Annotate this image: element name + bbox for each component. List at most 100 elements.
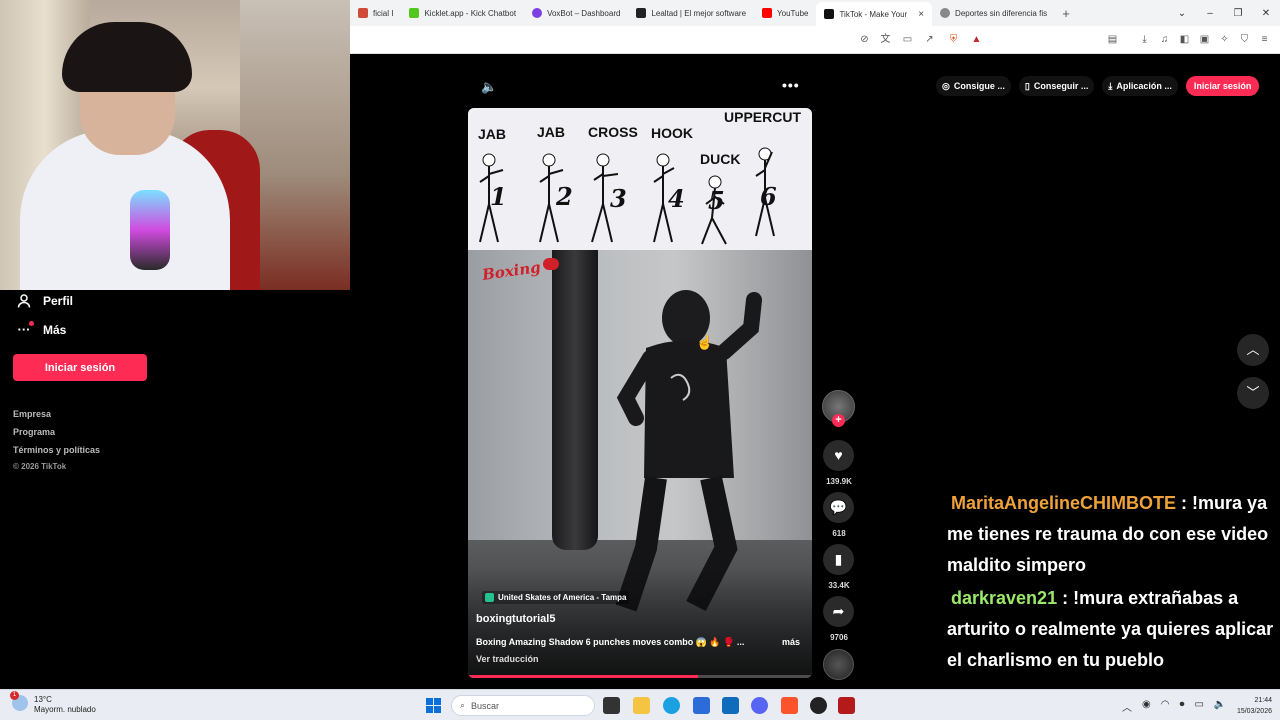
notification-dot bbox=[29, 321, 34, 326]
music-icon[interactable]: ♫ bbox=[1158, 33, 1171, 46]
reader-icon[interactable]: ▤ bbox=[1106, 33, 1119, 46]
share-icon[interactable]: ↗ bbox=[923, 33, 936, 46]
sidebar-item-more[interactable]: ··· Más bbox=[17, 321, 66, 337]
tray-app-icon[interactable]: ◉ bbox=[1142, 699, 1151, 714]
move-label: DUCK bbox=[700, 151, 741, 167]
save-button[interactable]: ▮ bbox=[823, 544, 854, 575]
video-progress-bar[interactable] bbox=[468, 675, 812, 678]
tab-close-icon[interactable]: × bbox=[918, 9, 924, 20]
previous-video-button[interactable]: ︿ bbox=[1237, 334, 1269, 366]
no-tracking-icon[interactable]: ⊘ bbox=[858, 33, 871, 46]
wallet-icon[interactable]: ▣ bbox=[1198, 33, 1211, 46]
translate-link[interactable]: Ver traducción bbox=[476, 654, 539, 664]
obs-icon[interactable] bbox=[810, 697, 827, 714]
download-icon[interactable]: ⤓ bbox=[1138, 33, 1151, 46]
get-app-button[interactable]: ▯ Conseguir ... bbox=[1018, 76, 1095, 96]
temperature: 13°C bbox=[34, 695, 52, 704]
discord-icon[interactable] bbox=[751, 697, 768, 714]
vpn-icon[interactable]: ⛉ bbox=[1238, 33, 1251, 46]
follow-plus-icon[interactable]: + bbox=[832, 414, 845, 427]
mouse-cursor-icon: ☝ bbox=[696, 334, 714, 350]
move-label: JAB bbox=[478, 126, 507, 142]
menu-icon[interactable]: ≡ bbox=[1258, 33, 1271, 46]
footer-link-empresa[interactable]: Empresa bbox=[13, 409, 51, 419]
minimize-icon[interactable]: – bbox=[1196, 8, 1224, 19]
footer-link-programa[interactable]: Programa bbox=[13, 427, 55, 437]
browser-tab-active[interactable]: TikTok - Make Your × bbox=[816, 2, 933, 26]
outlook-icon[interactable] bbox=[722, 697, 739, 714]
maximize-icon[interactable]: ❐ bbox=[1224, 8, 1252, 19]
pill-label: Aplicación ... bbox=[1116, 81, 1172, 91]
top-login-button[interactable]: Iniciar sesión bbox=[1185, 76, 1260, 96]
store-icon[interactable] bbox=[693, 697, 710, 714]
move-number: 2 bbox=[556, 182, 573, 211]
download-app-button[interactable]: ⤓ Aplicación ... bbox=[1102, 76, 1178, 96]
move-label: CROSS bbox=[588, 124, 638, 140]
task-view-icon[interactable] bbox=[603, 697, 620, 714]
sidebar-icon[interactable]: ◧ bbox=[1178, 33, 1191, 46]
globe-favicon-icon bbox=[940, 8, 951, 18]
screenshot-icon[interactable]: ▭ bbox=[901, 33, 914, 46]
more-options-icon[interactable]: ••• bbox=[782, 77, 800, 93]
music-disc-icon[interactable] bbox=[823, 649, 854, 680]
lealtad-favicon-icon bbox=[636, 8, 647, 18]
wifi-icon[interactable]: ◠ bbox=[1161, 699, 1170, 714]
like-button[interactable]: ♥ bbox=[823, 440, 854, 471]
browser-tab[interactable]: Lealtad | El mejor software bbox=[628, 2, 754, 24]
save-count: 33.4K bbox=[828, 581, 850, 590]
chevron-up-icon: ︿ bbox=[1246, 342, 1260, 357]
share-button[interactable]: ➦ bbox=[823, 596, 854, 627]
clock-date: 15/03/2026 bbox=[1236, 708, 1272, 715]
get-coins-button[interactable]: ◎ Consigue ... bbox=[936, 76, 1011, 96]
close-window-icon[interactable]: ✕ bbox=[1252, 8, 1280, 19]
display-icon[interactable]: ▭ bbox=[1194, 699, 1203, 714]
app-icon[interactable] bbox=[838, 697, 855, 714]
file-explorer-icon[interactable] bbox=[633, 697, 650, 714]
copyright-text: © 2026 TikTok bbox=[13, 462, 67, 471]
video-author[interactable]: boxingtutorial5 bbox=[476, 613, 555, 625]
browser-tab[interactable]: YouTube bbox=[754, 2, 816, 24]
video-player[interactable]: JAB JAB CROSS HOOK DUCK UPPERCUT 1 2 3 4… bbox=[468, 108, 812, 678]
caption-more-link[interactable]: más bbox=[782, 637, 800, 647]
microphone-icon[interactable]: ⏺ bbox=[1179, 699, 1184, 714]
weather-widget[interactable]: 1 13°C Mayorm. nublado bbox=[10, 691, 96, 715]
edge-icon[interactable] bbox=[663, 697, 680, 714]
next-video-button[interactable]: ﹀ bbox=[1237, 377, 1269, 409]
location-pin-icon bbox=[485, 593, 494, 602]
system-tray: ︿ ◉ ◠ ⏺ ▭ 🔈 bbox=[1122, 699, 1226, 714]
comment-button[interactable]: 💬 bbox=[823, 492, 854, 523]
brave-icon[interactable] bbox=[781, 697, 798, 714]
tray-chevron-icon[interactable]: ︿ bbox=[1122, 699, 1132, 714]
top-actions: ◎ Consigue ... ▯ Conseguir ... ⤓ Aplicación… bbox=[936, 76, 1260, 96]
tab-label: VoxBot – Dashboard bbox=[547, 8, 621, 18]
taskbar-clock[interactable]: 21:44 15/03/2026 bbox=[1222, 695, 1272, 717]
clock-time: 21:44 bbox=[1254, 697, 1272, 704]
video-progress-fill bbox=[468, 675, 699, 678]
location-label: United Skates of America - Tampa bbox=[498, 593, 627, 602]
sidebar-item-profile[interactable]: Perfil bbox=[17, 294, 73, 308]
windows-start-icon[interactable] bbox=[426, 698, 441, 713]
location-tag[interactable]: United Skates of America - Tampa bbox=[482, 591, 630, 604]
browser-tab[interactable]: ficial I bbox=[350, 2, 401, 24]
new-tab-button[interactable]: + bbox=[1055, 6, 1077, 21]
browser-tab[interactable]: Kicklet.app - Kick Chatbot bbox=[401, 2, 524, 24]
rewards-icon[interactable]: ▲ bbox=[970, 33, 983, 46]
tab-search-icon[interactable]: ⌄ bbox=[1168, 8, 1196, 19]
tab-label: Kicklet.app - Kick Chatbot bbox=[424, 8, 517, 18]
webcam-hair bbox=[62, 22, 192, 92]
punch-diagram: JAB JAB CROSS HOOK DUCK UPPERCUT 1 2 3 4… bbox=[468, 108, 812, 250]
bookmark-icon: ▮ bbox=[834, 551, 843, 567]
ai-icon[interactable]: ✧ bbox=[1218, 33, 1231, 46]
volume-icon[interactable]: 🔈 bbox=[481, 79, 497, 95]
webcam-microphone bbox=[130, 190, 170, 270]
translate-icon[interactable]: 文 bbox=[879, 33, 892, 46]
tiktok-favicon-icon bbox=[824, 9, 835, 19]
sidebar-login-button[interactable]: Iniciar sesión bbox=[13, 354, 147, 381]
taskbar-search[interactable]: ⌕ Buscar bbox=[451, 695, 595, 716]
brave-shield-icon[interactable]: ⛨ bbox=[947, 33, 960, 46]
search-icon: ⌕ bbox=[460, 700, 466, 710]
browser-tab[interactable]: VoxBot – Dashboard bbox=[524, 2, 628, 24]
browser-tab[interactable]: Deportes sin diferencia fis bbox=[932, 2, 1055, 24]
move-number: 5 bbox=[708, 186, 725, 215]
footer-link-terms[interactable]: Términos y políticas bbox=[13, 445, 100, 455]
